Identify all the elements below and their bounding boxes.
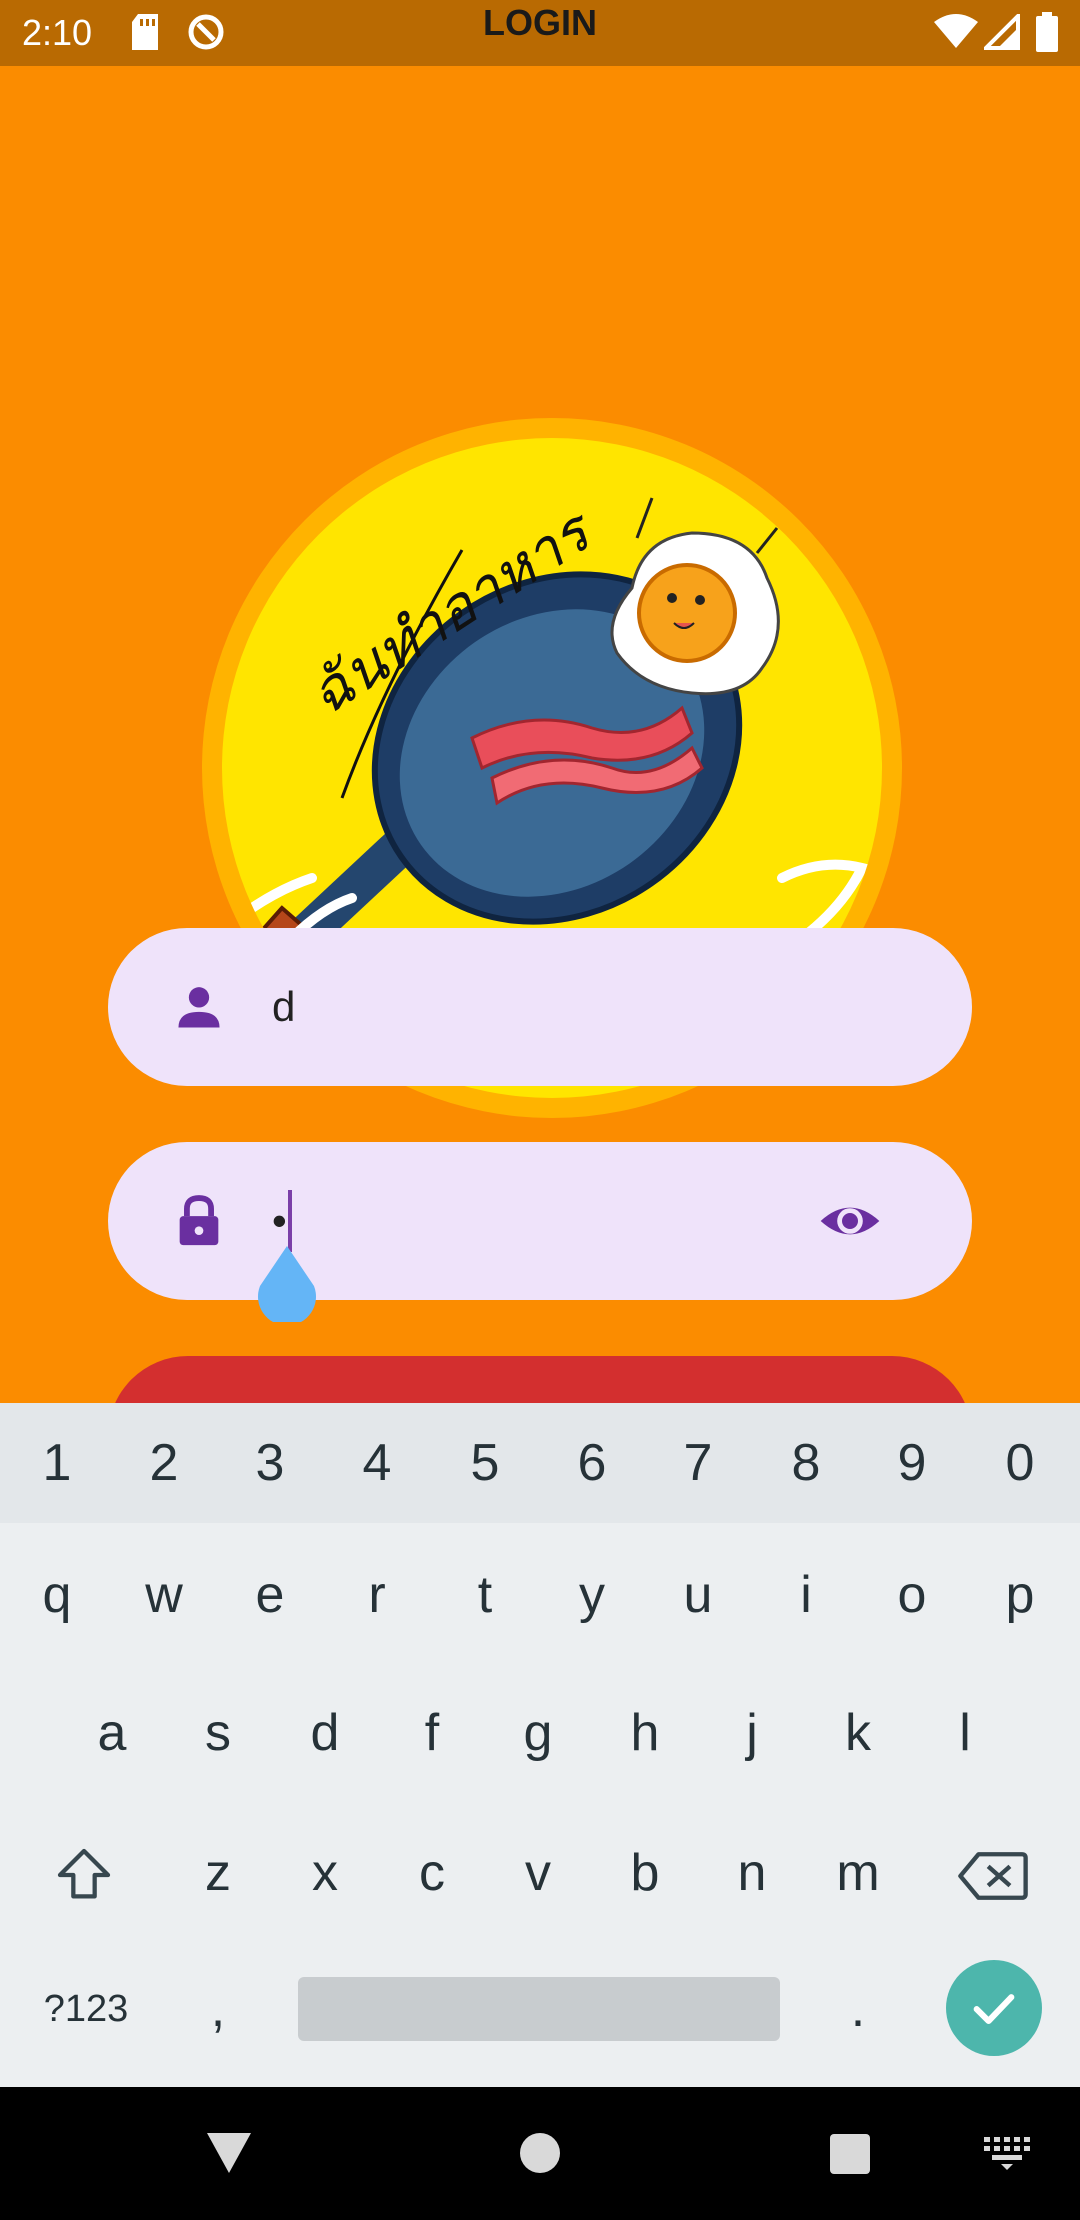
key-h[interactable]: h [605,1703,685,1763]
keyboard-switch-icon[interactable] [984,2137,1030,2171]
key-0[interactable]: 0 [980,1433,1060,1493]
key-c[interactable]: c [392,1843,472,1903]
page-title: LOGIN [483,2,597,43]
key-1[interactable]: 1 [17,1433,97,1493]
key-n[interactable]: n [712,1843,792,1903]
recents-icon[interactable] [829,2133,871,2175]
back-icon[interactable] [204,2129,254,2175]
username-input[interactable]: d [272,978,295,1036]
key-comma[interactable]: , [178,1979,258,2039]
key-5[interactable]: 5 [445,1433,525,1493]
home-icon[interactable] [519,2132,561,2174]
key-period[interactable]: . [818,1979,898,2039]
key-d[interactable]: d [285,1703,365,1763]
key-e[interactable]: e [230,1565,310,1625]
signal-icon [984,14,1020,50]
key-z[interactable]: z [178,1843,258,1903]
key-9[interactable]: 9 [872,1433,952,1493]
key-y[interactable]: y [552,1565,632,1625]
key-o[interactable]: o [872,1565,952,1625]
key-s[interactable]: s [178,1703,258,1763]
key-p[interactable]: p [980,1565,1060,1625]
key-a[interactable]: a [72,1703,152,1763]
check-icon [973,1994,1015,2025]
enter-key[interactable] [946,1960,1042,2056]
status-bar: 2:10 LOGIN [0,0,1080,66]
battery-icon [1036,12,1058,52]
key-f[interactable]: f [392,1703,472,1763]
wifi-icon [934,14,978,48]
backspace-icon[interactable] [956,1847,1030,1905]
key-r[interactable]: r [337,1565,417,1625]
eye-icon[interactable] [818,1189,882,1253]
key-7[interactable]: 7 [658,1433,738,1493]
username-field[interactable]: d [108,928,972,1086]
key-g[interactable]: g [498,1703,578,1763]
key-m[interactable]: m [818,1843,898,1903]
key-x[interactable]: x [285,1843,365,1903]
symbols-key[interactable]: ?123 [34,1979,138,2039]
shift-icon[interactable] [52,1843,116,1907]
key-u[interactable]: u [658,1565,738,1625]
key-b[interactable]: b [605,1843,685,1903]
key-4[interactable]: 4 [337,1433,417,1493]
password-field[interactable]: • [108,1142,972,1322]
key-3[interactable]: 3 [230,1433,310,1493]
cursor-handle[interactable] [256,1246,318,1322]
key-t[interactable]: t [445,1565,525,1625]
key-6[interactable]: 6 [552,1433,632,1493]
person-icon [178,987,220,1028]
key-w[interactable]: w [124,1565,204,1625]
navigation-bar [0,2087,1080,2220]
key-2[interactable]: 2 [124,1433,204,1493]
key-v[interactable]: v [498,1843,578,1903]
space-key[interactable] [298,1977,780,2041]
key-8[interactable]: 8 [766,1433,846,1493]
soft-keyboard: 1 2 3 4 5 6 7 8 9 0 q w e r t y u i o p … [0,1403,1080,2087]
key-j[interactable]: j [712,1703,792,1763]
number-row: 1 2 3 4 5 6 7 8 9 0 [0,1403,1080,1523]
password-input[interactable]: • [272,1192,287,1250]
key-q[interactable]: q [17,1565,97,1625]
key-k[interactable]: k [818,1703,898,1763]
key-l[interactable]: l [925,1703,1005,1763]
text-cursor [288,1190,292,1252]
lock-icon [179,1195,219,1246]
key-i[interactable]: i [766,1565,846,1625]
